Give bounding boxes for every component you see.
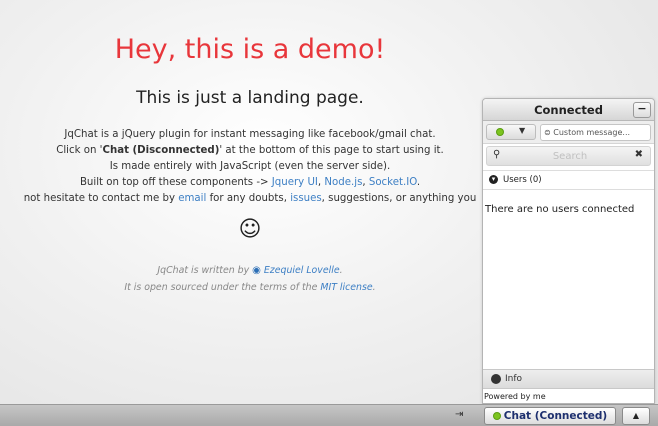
status-row: ▼ ⊜ Custom message... [483, 121, 654, 144]
chat-panel-title: Connected [534, 103, 603, 117]
text: Click on ' [56, 145, 103, 156]
status-dropdown[interactable]: ▼ [486, 124, 536, 140]
text: for any doubts, [206, 193, 291, 204]
email-link[interactable]: email [178, 193, 206, 204]
info-label: Info [505, 374, 523, 384]
text: , suggestions, or anything you [321, 193, 477, 204]
jquery-ui-link[interactable]: Jquery UI [272, 177, 318, 188]
collapse-icon: ▾ [489, 175, 498, 184]
info-section-header[interactable]: Info [483, 369, 654, 389]
page-headline: Hey, this is a demo! [114, 34, 386, 65]
chat-disconnected-text: Chat (Disconnected) [102, 145, 220, 156]
description: JqChat is a jQuery plugin for instant me… [0, 127, 520, 207]
info-toggle-icon [491, 374, 501, 384]
issues-link[interactable]: issues [290, 193, 321, 204]
credits: JqChat is written by ◉ Ezequiel Lovelle.… [0, 262, 500, 296]
clear-icon[interactable]: ✖ [635, 149, 643, 160]
expand-button[interactable]: ▲ [622, 407, 650, 425]
page-subheading: This is just a landing page. [136, 88, 364, 108]
license-link[interactable]: MIT license [320, 282, 372, 293]
smiley-icon: ☺ [238, 217, 262, 242]
powered-by-text: Powered by me [484, 392, 546, 401]
text: Built on top off these components -> [79, 177, 272, 188]
credits-line-1: JqChat is written by ◉ Ezequiel Lovelle. [157, 265, 343, 276]
online-status-icon [496, 128, 504, 136]
search-bar: ⚲ ✖ [486, 146, 651, 166]
users-section-header[interactable]: ▾ Users (0) [483, 170, 654, 190]
description-line-4: Built on top off these components -> Jqu… [79, 177, 421, 188]
chat-toggle-button[interactable]: Chat (Connected) [484, 407, 616, 425]
minimize-button[interactable]: − [633, 102, 651, 118]
description-line-2: Click on 'Chat (Disconnected)' at the bo… [0, 143, 520, 159]
empty-users-message: There are no users connected [485, 204, 635, 215]
search-icon: ⚲ [493, 149, 501, 160]
chat-bubble-icon: ⊜ [544, 128, 551, 137]
chat-panel: Connected − ▼ ⊜ Custom message... ⚲ ✖ ▾ … [482, 98, 655, 404]
caret-down-icon: ▼ [519, 126, 526, 135]
chat-panel-header[interactable]: Connected − [483, 99, 654, 121]
online-status-icon [492, 412, 501, 420]
collapse-bar-icon[interactable]: ⇥ [455, 409, 463, 420]
text: JqChat is written by [157, 265, 253, 276]
socketio-link[interactable]: Socket.IO [369, 177, 417, 188]
users-label: Users (0) [503, 175, 542, 185]
credits-line-2: It is open sourced under the terms of th… [124, 282, 376, 293]
text: It is open sourced under the terms of th… [124, 282, 321, 293]
description-line-1: JqChat is a jQuery plugin for instant me… [64, 129, 436, 140]
bottom-bar: ⇥ Chat (Connected) ▲ [0, 404, 658, 426]
description-line-3: Is made entirely with JavaScript (even t… [109, 161, 391, 172]
search-input[interactable] [509, 149, 631, 163]
custom-message-input[interactable]: ⊜ Custom message... [540, 124, 651, 141]
description-line-5: not hesitate to contact me by email for … [0, 191, 520, 207]
text: not hesitate to contact me by [23, 193, 179, 204]
author-link[interactable]: Ezequiel Lovelle [264, 265, 340, 276]
nodejs-link[interactable]: Node.js [324, 177, 362, 188]
custom-message-placeholder: Custom message... [553, 128, 631, 137]
text: ' at the bottom of this page to start us… [219, 145, 444, 156]
chat-button-label: Chat (Connected) [503, 410, 608, 422]
github-icon: ◉ [252, 265, 261, 276]
